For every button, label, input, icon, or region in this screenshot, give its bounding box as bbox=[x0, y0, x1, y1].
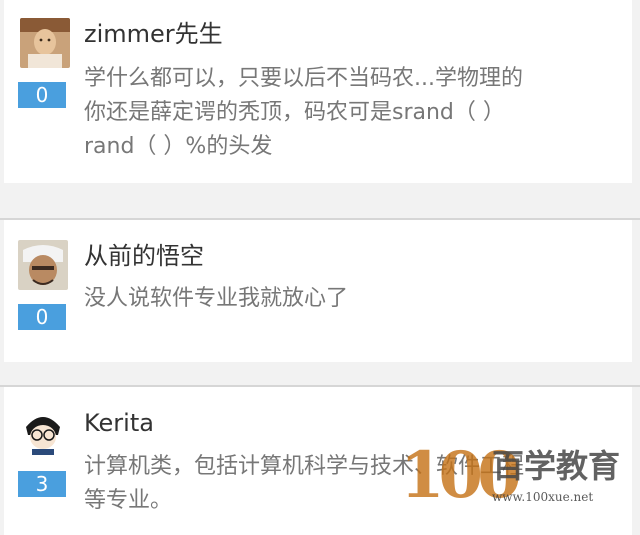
comment-card: 0 从前的悟空 没人说软件专业我就放心了 bbox=[4, 220, 632, 362]
username[interactable]: zimmer先生 bbox=[84, 19, 223, 49]
user-avatar-icon bbox=[20, 18, 70, 68]
like-count-badge[interactable]: 0 bbox=[18, 304, 66, 330]
comment-text-line: 学什么都可以，只要以后不当码农...学物理的 bbox=[84, 66, 523, 91]
user-avatar-icon bbox=[18, 405, 68, 455]
comment-text-line: 没人说软件专业我就放心了 bbox=[84, 286, 349, 311]
username[interactable]: 从前的悟空 bbox=[84, 241, 204, 271]
watermark-url: www.100xue.net bbox=[492, 490, 594, 504]
user-avatar-icon bbox=[18, 240, 68, 290]
comment-text-line: rand（ ）%的头发 bbox=[84, 134, 273, 159]
comment-text-line: 你还是薛定谔的秃顶，码农可是srand（ ） bbox=[84, 100, 505, 125]
watermark-logo: 100 百学教育 www.100xue.net bbox=[400, 440, 620, 520]
like-count-badge[interactable]: 3 bbox=[18, 471, 66, 497]
avatar[interactable] bbox=[20, 18, 70, 68]
comment-text-line: 等专业。 bbox=[84, 488, 173, 513]
username[interactable]: Kerita bbox=[84, 408, 154, 438]
watermark-text: 百学教育 bbox=[492, 447, 621, 485]
avatar[interactable] bbox=[18, 405, 68, 455]
like-count-badge[interactable]: 0 bbox=[18, 82, 66, 108]
comment-card: 0 zimmer先生 学什么都可以，只要以后不当码农...学物理的 你还是薛定谔… bbox=[4, 0, 632, 183]
avatar[interactable] bbox=[18, 240, 68, 290]
